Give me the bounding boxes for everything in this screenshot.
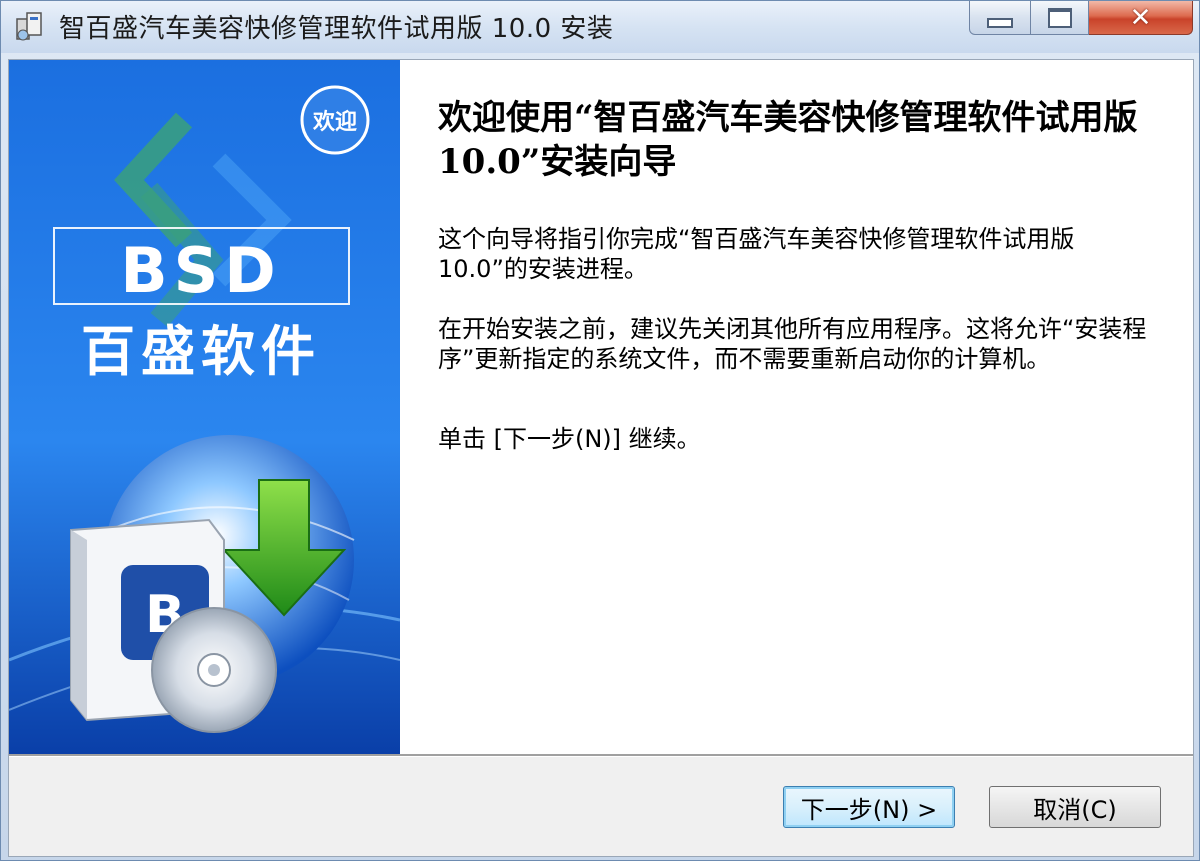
cancel-button[interactable]: 取消(C) bbox=[989, 786, 1161, 828]
close-icon: ✕ bbox=[1129, 2, 1152, 33]
welcome-banner-image: 欢迎 BSD 百盛软件 B bbox=[9, 60, 400, 754]
welcome-content-panel: 欢迎使用“智百盛汽车美容快修管理软件试用版 10.0”安装向导 这个向导将指引你… bbox=[400, 60, 1193, 754]
close-button[interactable]: ✕ bbox=[1089, 1, 1193, 35]
title-bar[interactable]: 智百盛汽车美容快修管理软件试用版 10.0 安装 ✕ bbox=[1, 1, 1199, 53]
maximize-icon bbox=[1047, 7, 1072, 28]
banner-graphic: 欢迎 BSD 百盛软件 B bbox=[9, 60, 400, 754]
next-button[interactable]: 下一步(N) > bbox=[783, 786, 955, 828]
installer-app-icon bbox=[16, 12, 42, 41]
intro-paragraph: 这个向导将指引你完成“智百盛汽车美容快修管理软件试用版 10.0”的安装进程。 bbox=[438, 225, 1075, 283]
minimize-icon bbox=[987, 17, 1013, 28]
wizard-heading: 欢迎使用“智百盛汽车美容快修管理软件试用版 10.0”安装向导 bbox=[438, 98, 1138, 182]
bsd-logo-text: BSD bbox=[120, 234, 281, 307]
footer-divider bbox=[9, 754, 1193, 757]
brand-text: 百盛软件 bbox=[81, 319, 321, 383]
welcome-badge-text: 欢迎 bbox=[312, 109, 357, 135]
maximize-button[interactable] bbox=[1031, 1, 1089, 35]
caption-buttons: ✕ bbox=[969, 1, 1193, 35]
continue-instruction: 单击 [下一步(N)] 继续。 bbox=[438, 425, 701, 453]
close-apps-paragraph: 在开始安装之前，建议先关闭其他所有应用程序。这将允许“安装程序”更新指定的系统文… bbox=[438, 315, 1147, 373]
installer-window: 智百盛汽车美容快修管理软件试用版 10.0 安装 ✕ 欢迎 BSD 百盛软件 B… bbox=[0, 0, 1200, 861]
minimize-button[interactable] bbox=[969, 1, 1031, 35]
wizard-client-area: 欢迎 BSD 百盛软件 B 欢迎使用“智百盛汽车美容快修管理软件试用版 10.0… bbox=[8, 59, 1194, 857]
window-title: 智百盛汽车美容快修管理软件试用版 10.0 安装 bbox=[59, 14, 614, 44]
